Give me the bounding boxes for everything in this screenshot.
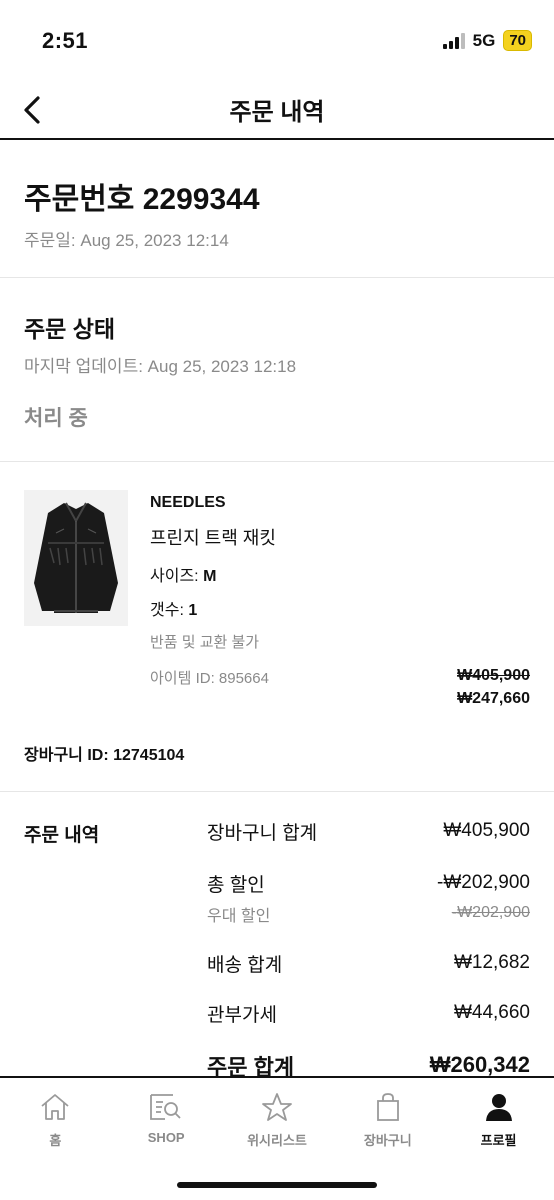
bottom-navigation: 홈 SHOP 위시리스트 장바구니 프로필: [0, 1076, 554, 1200]
order-status: 주문 상태 마지막 업데이트: Aug 25, 2023 12:18 처리 중: [0, 278, 554, 462]
nav-profile-label: 프로필: [480, 1133, 517, 1148]
item-size-label: 사이즈:: [150, 568, 204, 585]
tax-value: ₩44,660: [453, 1002, 530, 1023]
item-brand: NEEDLES: [150, 494, 226, 511]
item-id: 아이템 ID: 895664: [150, 670, 269, 687]
cart-total-label: 장바구니 합계: [207, 823, 318, 844]
discount-label: 총 할인: [207, 875, 265, 896]
summary-heading: 주문 내역: [24, 825, 100, 846]
nav-home-label: 홈: [49, 1133, 62, 1148]
sale-price: ₩247,660: [457, 690, 530, 707]
product-image[interactable]: [24, 490, 128, 626]
nav-cart[interactable]: 장바구니: [332, 1078, 443, 1162]
page-title: 주문 내역: [229, 99, 325, 126]
vip-discount-value: -₩202,900: [451, 904, 530, 921]
tax-label: 관부가세: [207, 1005, 277, 1026]
order-total-value: ₩260,342: [429, 1052, 530, 1077]
item-quantity: 갯수: 1: [150, 596, 197, 620]
nav-home[interactable]: 홈: [0, 1078, 111, 1162]
status-updated: 마지막 업데이트: Aug 25, 2023 12:18: [24, 357, 297, 376]
nav-shop-label: SHOP: [147, 1130, 185, 1145]
status-indicators: 5G 70: [442, 30, 532, 51]
order-item: NEEDLES 프린지 트랙 재킷 사이즈: M 갯수: 1 반품 및 교환 불…: [0, 462, 554, 792]
item-qty-value: 1: [188, 602, 198, 619]
network-label: 5G: [472, 30, 496, 50]
nav-cart-label: 장바구니: [363, 1133, 412, 1148]
signal-icon: [442, 32, 465, 49]
jacket-image: [34, 502, 118, 613]
item-size: 사이즈: M: [150, 562, 216, 586]
nav-wishlist[interactable]: 위시리스트: [222, 1078, 333, 1162]
status-title: 주문 상태: [24, 316, 116, 342]
nav-profile[interactable]: 프로필: [443, 1078, 554, 1162]
item-qty-label: 갯수:: [150, 602, 189, 619]
order-date: 주문일: Aug 25, 2023 12:14: [24, 231, 229, 250]
nav-shop[interactable]: SHOP: [111, 1078, 222, 1162]
shipping-value: ₩12,682: [453, 952, 530, 973]
order-summary: 주문 내역 장바구니 합계 ₩405,900 총 할인 -₩202,900 우대…: [0, 792, 554, 1082]
status-value: 처리 중: [24, 407, 88, 430]
star-icon: [260, 1090, 294, 1124]
order-number: 주문번호 2299344: [24, 183, 260, 216]
home-indicator[interactable]: [177, 1182, 377, 1188]
page-header: 주문 내역: [0, 80, 554, 140]
vip-discount-label: 우대 할인: [207, 908, 271, 925]
original-price: ₩405,900: [457, 667, 530, 684]
profile-icon: [482, 1090, 516, 1124]
status-time: 2:51: [42, 28, 89, 53]
shopping-bag-icon: [371, 1090, 405, 1124]
item-size-value: M: [203, 568, 217, 585]
battery-icon: 70: [503, 30, 532, 51]
shop-search-icon: [149, 1090, 183, 1124]
cart-id: 장바구니 ID: 12745104: [24, 747, 185, 764]
cart-total-value: ₩405,900: [443, 820, 530, 841]
status-bar: 2:51 5G 70: [0, 0, 554, 80]
order-info: 주문번호 2299344 주문일: Aug 25, 2023 12:14: [0, 140, 554, 278]
return-note: 반품 및 교환 불가: [150, 634, 260, 651]
home-icon: [38, 1090, 72, 1124]
nav-wishlist-label: 위시리스트: [247, 1133, 307, 1148]
shipping-label: 배송 합계: [207, 955, 283, 976]
item-name[interactable]: 프린지 트랙 재킷: [150, 524, 276, 550]
discount-value: -₩202,900: [437, 872, 530, 893]
